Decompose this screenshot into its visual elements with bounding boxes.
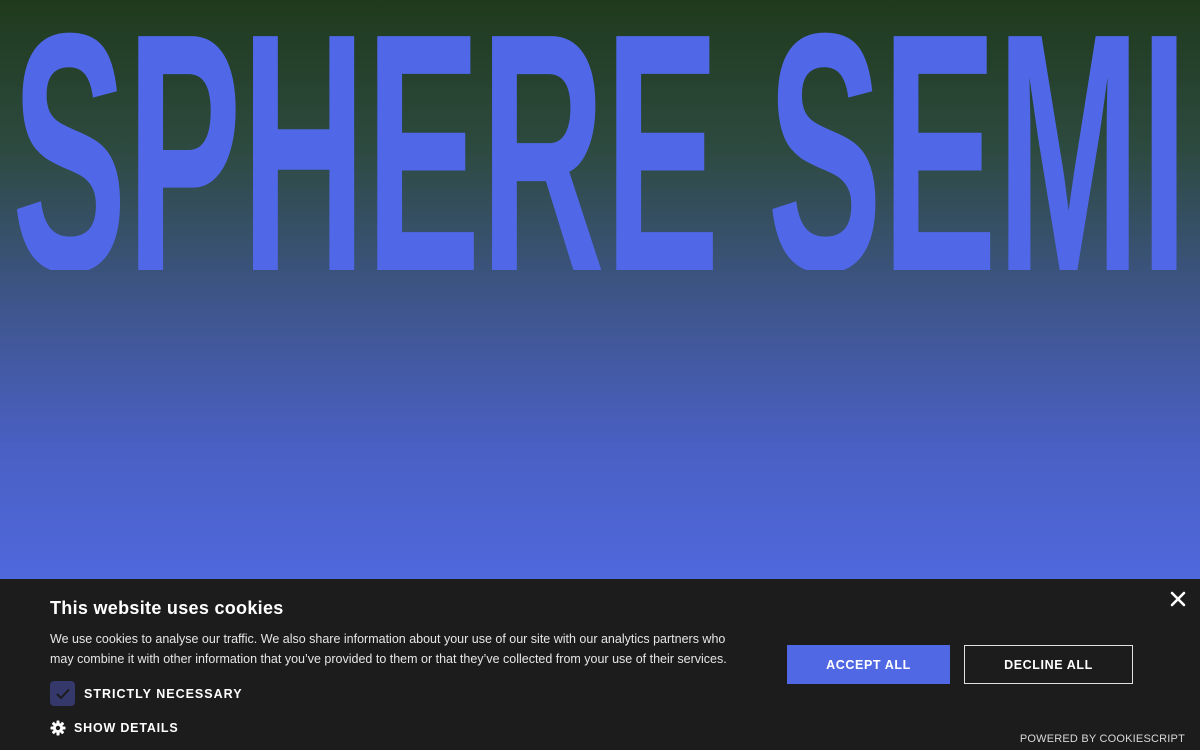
strictly-necessary-option: STRICTLY NECESSARY: [50, 681, 243, 706]
hero-title: SPHERE SEMI: [12, 14, 1188, 270]
check-icon: [56, 688, 69, 699]
hero-title-text: SPHERE SEMI: [12, 14, 1188, 270]
show-details-label: SHOW DETAILS: [74, 721, 179, 735]
gear-icon: [50, 720, 66, 736]
strictly-necessary-label: STRICTLY NECESSARY: [84, 686, 243, 701]
decline-all-button[interactable]: DECLINE ALL: [964, 645, 1133, 684]
hero-title-graphic: SPHERE SEMI: [12, 14, 1188, 270]
cookie-heading: This website uses cookies: [50, 598, 284, 618]
strictly-necessary-checkbox[interactable]: [50, 681, 75, 706]
accept-all-button[interactable]: ACCEPT ALL: [787, 645, 950, 684]
show-details-toggle[interactable]: SHOW DETAILS: [50, 719, 179, 737]
close-button[interactable]: [1168, 589, 1188, 609]
cookie-banner: This website uses cookies We use cookies…: [0, 579, 1200, 750]
powered-by-link[interactable]: POWERED BY COOKIESCRIPT: [1020, 733, 1185, 745]
hero-section: SPHERE SEMI: [0, 0, 1200, 580]
close-icon: [1170, 591, 1186, 607]
cookie-description: We use cookies to analyse our traffic. W…: [50, 632, 727, 666]
